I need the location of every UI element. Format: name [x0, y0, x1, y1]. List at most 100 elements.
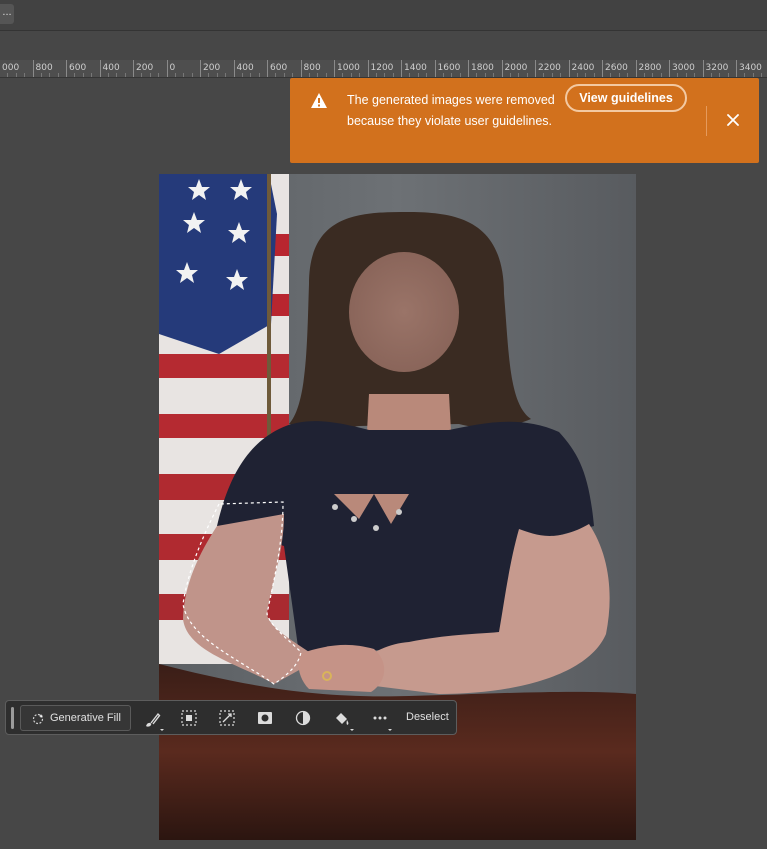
options-bar — [0, 31, 767, 60]
ruler-minor-tick — [308, 73, 310, 77]
ruler-minor-tick — [91, 73, 93, 77]
generative-fill-button[interactable]: Generative Fill — [20, 705, 131, 731]
ruler-tick — [468, 60, 469, 77]
close-icon[interactable] — [727, 113, 739, 126]
ruler-label: 1400 — [404, 63, 427, 73]
ruler-minor-tick — [560, 73, 562, 77]
ruler-label: 2800 — [638, 63, 662, 73]
ruler-minor-tick — [627, 73, 629, 77]
ruler-minor-tick — [384, 73, 386, 77]
ruler-label: 600 — [270, 63, 288, 73]
fill-icon[interactable] — [333, 710, 354, 731]
ruler-label: 400 — [236, 63, 254, 73]
contextual-task-bar: Generative Fill Deselect — [5, 700, 457, 735]
ruler-label: 800 — [35, 63, 53, 73]
ruler-minor-tick — [752, 73, 754, 77]
ruler-label: 1600 — [437, 63, 461, 73]
ruler-label: 800 — [303, 63, 321, 73]
ruler-minor-tick — [15, 73, 17, 77]
ruler-label: 2200 — [538, 63, 561, 73]
ruler-tick — [434, 60, 436, 77]
ruler-minor-tick — [643, 73, 645, 77]
ruler-label: 1000 — [337, 63, 360, 73]
ruler-tick — [200, 60, 201, 77]
ruler-tick — [602, 60, 603, 77]
ruler-minor-tick — [417, 73, 419, 77]
ruler-minor-tick — [325, 73, 327, 77]
ruler-label: 3200 — [705, 63, 729, 73]
ruler-tick — [99, 60, 101, 77]
ruler-tick — [66, 60, 67, 77]
ruler-minor-tick — [275, 73, 277, 77]
invert-selection-icon[interactable] — [295, 710, 311, 726]
brush-icon[interactable] — [144, 710, 164, 731]
ruler-label: 400 — [102, 63, 120, 73]
ruler-label: 3000 — [672, 63, 695, 73]
ruler-label: 0 — [169, 63, 176, 73]
ruler-tick — [233, 60, 235, 77]
ruler-minor-tick — [652, 73, 654, 77]
ruler-minor-tick — [216, 73, 218, 77]
ruler-label: 000 — [2, 63, 20, 73]
ruler-label: 200 — [136, 63, 154, 73]
ruler-minor-tick — [350, 73, 352, 77]
ruler-minor-tick — [409, 73, 411, 77]
select-subject-icon[interactable] — [181, 710, 197, 726]
app-top-bar: ... — [0, 0, 767, 31]
ruler-minor-tick — [426, 73, 428, 77]
ruler-tick — [267, 60, 268, 77]
more-button[interactable]: ... — [0, 4, 14, 24]
ruler-tick — [367, 60, 369, 77]
transform-selection-icon[interactable] — [219, 710, 235, 726]
more-options-icon[interactable] — [371, 710, 392, 731]
ruler-tick — [535, 60, 536, 77]
ruler-minor-tick — [442, 73, 444, 77]
ruler-label: 1200 — [370, 63, 394, 73]
warning-icon — [310, 92, 328, 110]
ruler-label: 600 — [69, 63, 87, 73]
ruler-minor-tick — [727, 73, 729, 77]
notification-banner: The generated images were removed becaus… — [290, 78, 759, 163]
ruler-minor-tick — [317, 73, 319, 77]
ruler-minor-tick — [761, 73, 763, 77]
view-guidelines-button[interactable]: View guidelines — [565, 84, 687, 112]
ruler-tick — [334, 60, 335, 77]
ruler-label: 200 — [203, 63, 221, 73]
mask-icon[interactable] — [257, 710, 273, 726]
ruler-minor-tick — [677, 73, 679, 77]
ruler-minor-tick — [459, 73, 461, 77]
ruler-minor-tick — [283, 73, 285, 77]
ruler-minor-tick — [241, 73, 243, 77]
ruler-minor-tick — [158, 73, 160, 77]
ruler-minor-tick — [82, 73, 84, 77]
ruler-label: 2000 — [504, 63, 528, 73]
ruler-minor-tick — [225, 73, 227, 77]
ruler-minor-tick — [451, 73, 453, 77]
ruler-minor-tick — [660, 73, 662, 77]
generative-fill-label: Generative Fill — [50, 712, 121, 724]
ruler-tick — [669, 60, 670, 77]
ruler-minor-tick — [509, 73, 511, 77]
ruler-minor-tick — [744, 73, 746, 77]
ruler-minor-tick — [107, 73, 109, 77]
ruler-minor-tick — [493, 73, 495, 77]
ruler-tick — [32, 60, 34, 77]
ruler-minor-tick — [375, 73, 377, 77]
deselect-button[interactable]: Deselect — [406, 711, 449, 723]
ruler-tick — [702, 60, 704, 77]
ruler-minor-tick — [518, 73, 520, 77]
ruler-minor-tick — [141, 73, 143, 77]
horizontal-ruler[interactable]: 000 800 600 400 200 0 200 400 600 800 1000 1200 1400… — [0, 60, 767, 78]
ruler-minor-tick — [585, 73, 587, 77]
ruler-tick — [736, 60, 737, 77]
ruler-minor-tick — [710, 73, 712, 77]
generative-fill-icon — [32, 712, 44, 725]
ruler-minor-tick — [543, 73, 545, 77]
drag-handle[interactable] — [11, 707, 14, 729]
ruler-minor-tick — [191, 73, 193, 77]
notification-divider — [706, 106, 707, 136]
ruler-minor-tick — [484, 73, 486, 77]
ruler-minor-tick — [49, 73, 51, 77]
document-image[interactable] — [159, 174, 636, 840]
ruler-minor-tick — [342, 73, 344, 77]
